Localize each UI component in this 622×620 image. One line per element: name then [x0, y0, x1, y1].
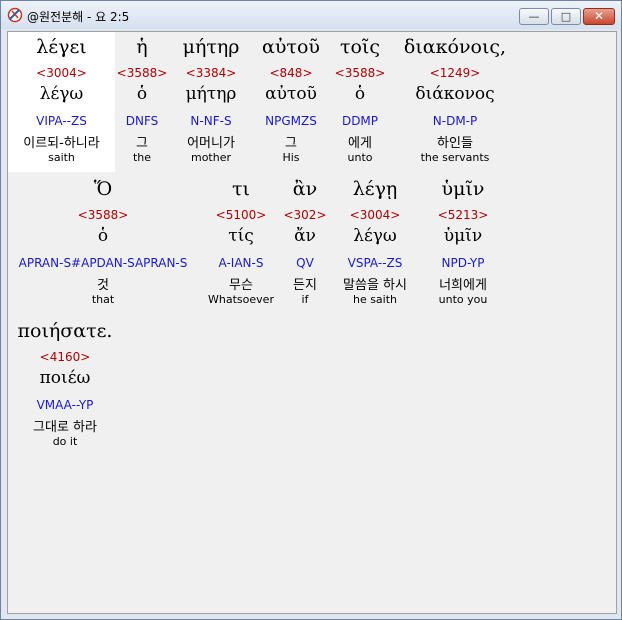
greek-word: λέγει: [36, 36, 87, 58]
word-cell[interactable]: διακόνοις, <1249> διάκονος N-DM-P 하인들 th…: [394, 32, 516, 172]
korean-gloss: 것: [97, 278, 109, 293]
greek-word: τοῖς: [339, 36, 381, 58]
strong-number: <1249>: [429, 66, 481, 80]
maximize-button[interactable]: □: [551, 8, 581, 25]
strong-number: <3384>: [185, 66, 237, 80]
strong-number: <5213>: [437, 208, 489, 222]
word-cell[interactable]: αὐτοῦ <848> αὐτοῦ NPGMZS 그 His: [252, 32, 330, 172]
strong-number: <5100>: [215, 208, 267, 222]
strong-number: <302>: [283, 208, 327, 222]
korean-gloss: 하인들: [437, 136, 473, 151]
morphology: VMAA--YP: [36, 398, 94, 412]
strong-number: <4160>: [39, 350, 91, 364]
word-cell[interactable]: τοῖς <3588> ὁ DDMP 에게 unto: [330, 32, 390, 172]
greek-word: ποιήσατε.: [17, 320, 113, 342]
word-cell[interactable]: ἡ <3588> ὁ DNFS 그 the: [115, 32, 169, 172]
lemma: ποιέω: [39, 368, 91, 388]
english-gloss: unto you: [438, 293, 488, 306]
morphology: VIPA--ZS: [36, 114, 87, 128]
minimize-icon: —: [528, 10, 540, 23]
korean-gloss: 에게: [348, 136, 372, 151]
lemma: αὐτοῦ: [265, 84, 317, 104]
morphology: N-NF-S: [190, 114, 232, 128]
lemma: ὁ: [354, 84, 366, 104]
greek-word: ἡ: [136, 36, 148, 58]
title-bar[interactable]: @원전분해 - 요 2:5 — □ ✕: [1, 1, 621, 29]
strong-number: <3588>: [334, 66, 386, 80]
close-icon: ✕: [593, 9, 605, 23]
morphology: APRAN-S#APDAN-SAPRAN-S: [18, 256, 188, 270]
greek-word: Ὅ: [93, 178, 113, 200]
word-cell[interactable]: ποιήσατε. <4160> ποιέω VMAA--YP 그대로 하라 d…: [8, 316, 122, 456]
english-gloss: His: [282, 151, 300, 164]
korean-gloss: 어머니가: [187, 136, 235, 151]
korean-gloss: 그: [285, 136, 297, 151]
word-cell[interactable]: Ὅ <3588> ὁ APRAN-S#APDAN-SAPRAN-S 것 that: [8, 174, 198, 314]
app-icon: [7, 7, 23, 23]
morphology: DDMP: [341, 114, 379, 128]
korean-gloss: 말씀을 하시: [343, 278, 407, 293]
english-gloss: that: [91, 293, 115, 306]
korean-gloss: 그대로 하라: [33, 420, 97, 435]
word-cell[interactable]: λέγῃ <3004> λέγω VSPA--ZS 말씀을 하시 he sait…: [330, 174, 420, 314]
english-gloss: if: [301, 293, 309, 306]
strong-number: <3004>: [36, 66, 87, 80]
english-gloss: the servants: [420, 151, 490, 164]
lemma: ὑμῖν: [443, 226, 483, 246]
maximize-icon: □: [560, 10, 572, 23]
minimize-button[interactable]: —: [519, 8, 549, 25]
korean-gloss: 너희에게: [439, 278, 487, 293]
morphology: A-IAN-S: [218, 256, 264, 270]
morphology: N-DM-P: [432, 114, 478, 128]
word-cell[interactable]: μήτηρ <3384> μήτηρ N-NF-S 어머니가 mother: [171, 32, 251, 172]
morphology: NPD-YP: [441, 256, 485, 270]
korean-gloss: 든지: [293, 278, 317, 293]
korean-gloss: 그: [136, 136, 148, 151]
greek-word: διακόνοις,: [403, 36, 507, 58]
lemma: λέγω: [39, 84, 84, 104]
lemma: διάκονος: [415, 84, 495, 104]
lemma: τίς: [228, 226, 254, 246]
lemma: ὁ: [136, 84, 148, 104]
english-gloss: Whatsoever: [208, 293, 274, 306]
english-gloss: saith: [48, 151, 75, 164]
english-gloss: do it: [52, 435, 78, 448]
close-button[interactable]: ✕: [583, 8, 615, 25]
greek-word: τι: [232, 178, 250, 200]
greek-word: μήτηρ: [182, 36, 240, 58]
morphology: VSPA--ZS: [347, 256, 403, 270]
strong-number: <3588>: [116, 66, 168, 80]
lemma: μήτηρ: [185, 84, 237, 104]
english-gloss: unto: [347, 151, 373, 164]
lemma: ἄν: [294, 226, 316, 246]
greek-word: ἂν: [292, 178, 318, 200]
analysis-panel: λέγει <3004> λέγω VIPA--ZS 이르되-하니라 saith…: [7, 31, 617, 614]
greek-word: ὑμῖν: [441, 178, 485, 200]
word-cell[interactable]: λέγει <3004> λέγω VIPA--ZS 이르되-하니라 saith: [8, 32, 115, 172]
english-gloss: he saith: [352, 293, 398, 306]
korean-gloss: 무슨: [229, 278, 253, 293]
morphology: DNFS: [125, 114, 159, 128]
window-title: @원전분해 - 요 2:5: [27, 10, 130, 24]
strong-number: <848>: [269, 66, 313, 80]
english-gloss: the: [132, 151, 152, 164]
morphology: NPGMZS: [265, 114, 317, 128]
strong-number: <3004>: [349, 208, 401, 222]
word-cell[interactable]: ὑμῖν <5213> ὑμῖν NPD-YP 너희에게 unto you: [422, 174, 504, 314]
korean-gloss: 이르되-하니라: [23, 136, 100, 151]
greek-word: αὐτοῦ: [262, 36, 320, 58]
greek-word: λέγῃ: [352, 178, 398, 200]
app-window: @원전분해 - 요 2:5 — □ ✕ λέγει <3004> λέγω VI…: [0, 0, 622, 620]
lemma: ὁ: [97, 226, 109, 246]
lemma: λέγω: [353, 226, 397, 246]
word-cell[interactable]: τι <5100> τίς A-IAN-S 무슨 Whatsoever: [204, 174, 278, 314]
english-gloss: mother: [190, 151, 232, 164]
strong-number: <3588>: [77, 208, 129, 222]
word-cell[interactable]: ἂν <302> ἄν QV 든지 if: [280, 174, 330, 314]
morphology: QV: [296, 256, 314, 270]
